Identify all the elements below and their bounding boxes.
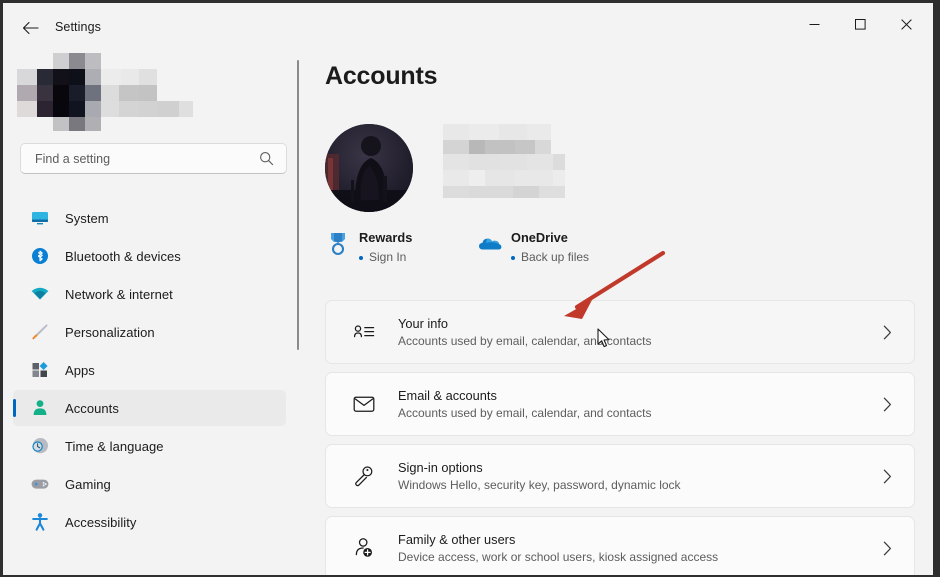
- account-status-row: Rewards Sign In OneDrive Back up files: [325, 230, 725, 270]
- sidebar-profile-redacted[interactable]: [17, 53, 193, 131]
- window-edge-right: [933, 0, 940, 577]
- back-button[interactable]: [15, 14, 45, 42]
- chevron-right-icon: [883, 397, 892, 412]
- sidebar-item-accessibility[interactable]: Accessibility: [13, 504, 286, 540]
- card-text: Sign-in options Windows Hello, security …: [398, 459, 883, 493]
- sidebar-item-label: Time & language: [65, 438, 164, 454]
- card-subtitle: Windows Hello, security key, password, d…: [398, 478, 681, 492]
- sidebar-item-personalization[interactable]: Personalization: [13, 314, 286, 350]
- selection-indicator: [13, 399, 16, 417]
- status-sub: Back up files: [511, 250, 589, 265]
- sidebar-item-bluetooth-devices[interactable]: Bluetooth & devices: [13, 238, 286, 274]
- sidebar-item-label: Bluetooth & devices: [65, 248, 181, 264]
- sidebar-item-label: Accessibility: [65, 514, 137, 530]
- card-text: Family & other users Device access, work…: [398, 531, 883, 565]
- accessibility-person-icon: [29, 511, 51, 533]
- status-bullet-icon: [359, 255, 363, 260]
- rewards-medal-icon: [325, 230, 351, 258]
- sidebar-item-accounts[interactable]: Accounts: [13, 390, 286, 426]
- add-person-icon: [352, 536, 376, 560]
- status-sub: Sign In: [359, 250, 412, 265]
- sidebar-item-label: Gaming: [65, 476, 111, 492]
- card-title: Your info: [398, 316, 449, 331]
- minimize-button[interactable]: [791, 3, 837, 45]
- sidebar-item-network-internet[interactable]: Network & internet: [13, 276, 286, 312]
- gamepad-icon: [29, 473, 51, 495]
- card-title: Email & accounts: [398, 388, 497, 403]
- status-bullet-icon: [511, 255, 515, 260]
- apps-grid-icon: [29, 359, 51, 381]
- clock-globe-icon: [29, 435, 51, 457]
- monitor-icon: [29, 207, 51, 229]
- sidebar-item-label: Network & internet: [65, 286, 173, 302]
- chevron-right-icon: [883, 469, 892, 484]
- search-icon: [259, 151, 274, 171]
- status-item-onedrive[interactable]: OneDrive Back up files: [477, 230, 589, 265]
- account-hero: [325, 124, 625, 214]
- back-arrow-icon: [22, 21, 39, 35]
- main-content: Accounts Rewards Sign In OneDrive Back u…: [303, 48, 933, 575]
- window-edge-left: [0, 0, 3, 577]
- status-sub-label: Back up files: [521, 250, 590, 264]
- status-sub-label: Sign In: [369, 250, 407, 264]
- person-icon: [29, 397, 51, 419]
- sidebar-item-apps[interactable]: Apps: [13, 352, 286, 388]
- close-button[interactable]: [883, 3, 929, 45]
- wifi-icon: [29, 283, 51, 305]
- title-bar: Settings: [3, 3, 933, 48]
- card-subtitle: Accounts used by email, calendar, and co…: [398, 334, 652, 348]
- card-your-info[interactable]: Your info Accounts used by email, calend…: [325, 300, 915, 364]
- user-avatar-photo[interactable]: [325, 124, 413, 212]
- window-title: Settings: [55, 20, 101, 34]
- sidebar-item-label: Accounts: [65, 400, 119, 416]
- card-text: Email & accounts Accounts used by email,…: [398, 387, 883, 421]
- onedrive-cloud-icon: [477, 230, 503, 258]
- chevron-right-icon: [883, 541, 892, 556]
- card-family-other-users[interactable]: Family & other users Device access, work…: [325, 516, 915, 575]
- caption-buttons: [791, 3, 929, 45]
- status-item-rewards[interactable]: Rewards Sign In: [325, 230, 412, 265]
- sidebar-item-label: Apps: [65, 362, 95, 378]
- search-input[interactable]: [33, 150, 247, 167]
- sidebar-item-label: System: [65, 210, 109, 226]
- sidebar: System Bluetooth & devices: [3, 48, 303, 575]
- card-subtitle: Accounts used by email, calendar, and co…: [398, 406, 652, 420]
- page-title: Accounts: [325, 62, 438, 90]
- sidebar-item-time-language[interactable]: Time & language: [13, 428, 286, 464]
- sidebar-item-gaming[interactable]: Gaming: [13, 466, 286, 502]
- status-title: OneDrive: [511, 230, 568, 245]
- chevron-right-icon: [883, 325, 892, 340]
- card-text: Your info Accounts used by email, calend…: [398, 315, 883, 349]
- sidebar-nav: System Bluetooth & devices Network & int…: [3, 198, 303, 542]
- account-name-redacted: [443, 124, 565, 206]
- envelope-icon: [352, 392, 376, 416]
- sidebar-item-system[interactable]: System: [13, 200, 286, 236]
- settings-card-list: Your info Accounts used by email, calend…: [325, 300, 915, 575]
- maximize-button[interactable]: [837, 3, 883, 45]
- search-box[interactable]: [20, 143, 287, 174]
- settings-window: Settings Find a setting System Bluetooth…: [0, 0, 940, 577]
- sidebar-item-label: Personalization: [65, 324, 155, 340]
- key-icon: [352, 464, 376, 488]
- window-edge-top: [0, 0, 940, 3]
- card-email-accounts[interactable]: Email & accounts Accounts used by email,…: [325, 372, 915, 436]
- card-title: Sign-in options: [398, 460, 483, 475]
- bluetooth-icon: [29, 245, 51, 267]
- paintbrush-icon: [29, 321, 51, 343]
- card-title: Family & other users: [398, 532, 516, 547]
- status-title: Rewards: [359, 230, 413, 245]
- contact-card-icon: [352, 320, 376, 344]
- card-subtitle: Device access, work or school users, kio…: [398, 550, 719, 564]
- card-sign-in-options[interactable]: Sign-in options Windows Hello, security …: [325, 444, 915, 508]
